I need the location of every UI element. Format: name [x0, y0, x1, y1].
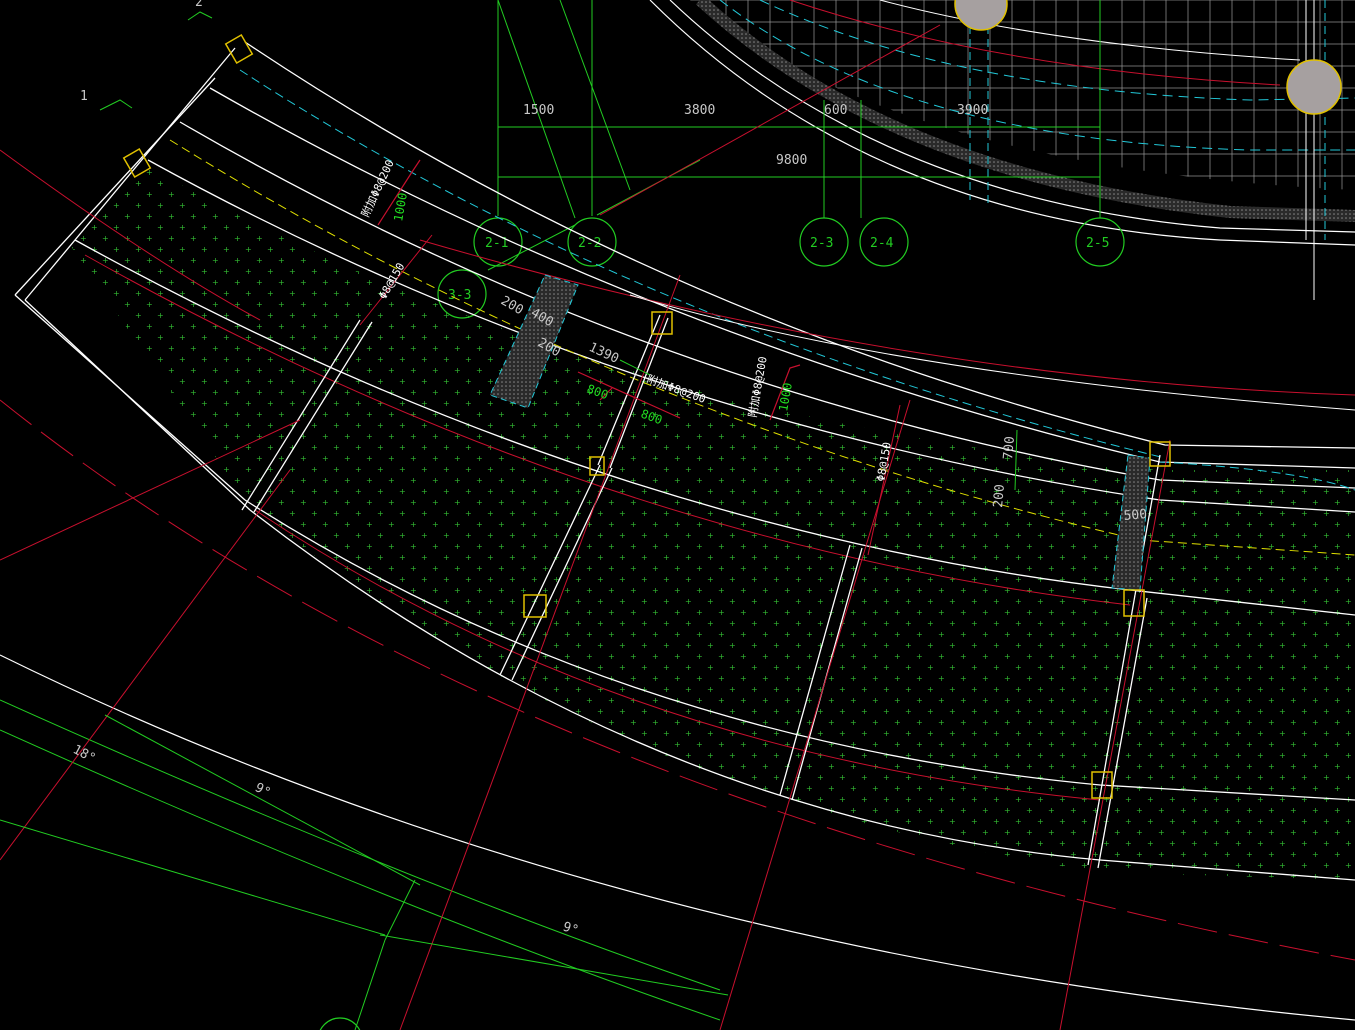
cad-viewport[interactable]: + + — [0, 0, 1355, 1030]
mark-1: 1 — [80, 89, 88, 104]
dim-200-c: 200 — [991, 484, 1008, 509]
dim-700: 700 — [1001, 436, 1018, 461]
angle-9-a: 9° — [252, 780, 273, 801]
dim-3800: 3800 — [684, 103, 715, 118]
rebar-label-1: 附加Φ8@200 — [358, 157, 397, 219]
dim-1500: 1500 — [523, 103, 554, 118]
svg-text:2-5: 2-5 — [1086, 236, 1109, 251]
axis-bubble-2-3[interactable]: 2-3 — [799, 217, 849, 267]
angle-9-b: 9° — [561, 920, 581, 939]
planting-area — [70, 168, 1355, 880]
mark-2: 2 — [195, 0, 203, 10]
dim-200-a: 200 — [498, 293, 526, 318]
green-dim-1000-a: 1000 — [391, 192, 410, 223]
dim-3900: 3900 — [957, 103, 988, 118]
green-dim-1000-b: 1000 — [776, 382, 795, 413]
dim-600: 600 — [824, 103, 847, 118]
axis-bubble-2-5[interactable]: 2-5 — [1075, 217, 1125, 267]
axis-bubble-2-4[interactable]: 2-4 — [859, 217, 909, 267]
axis-bubble-2-2[interactable]: 2-2 — [567, 217, 617, 267]
column-circle — [1286, 59, 1342, 115]
tile-grid-area — [649, 0, 1355, 300]
drawing-canvas: + + — [0, 0, 1355, 1030]
dim-500: 500 — [1123, 507, 1148, 524]
svg-text:2-3: 2-3 — [810, 236, 833, 251]
mark-2-leader — [187, 11, 213, 21]
angle-dims — [0, 714, 729, 1030]
mark-1-leader — [99, 99, 133, 111]
dim-9800: 9800 — [776, 153, 807, 168]
axis-bubble-2-1[interactable]: 2-1 — [473, 217, 523, 267]
svg-text:2-4: 2-4 — [870, 236, 894, 251]
svg-text:3-3: 3-3 — [448, 288, 471, 303]
